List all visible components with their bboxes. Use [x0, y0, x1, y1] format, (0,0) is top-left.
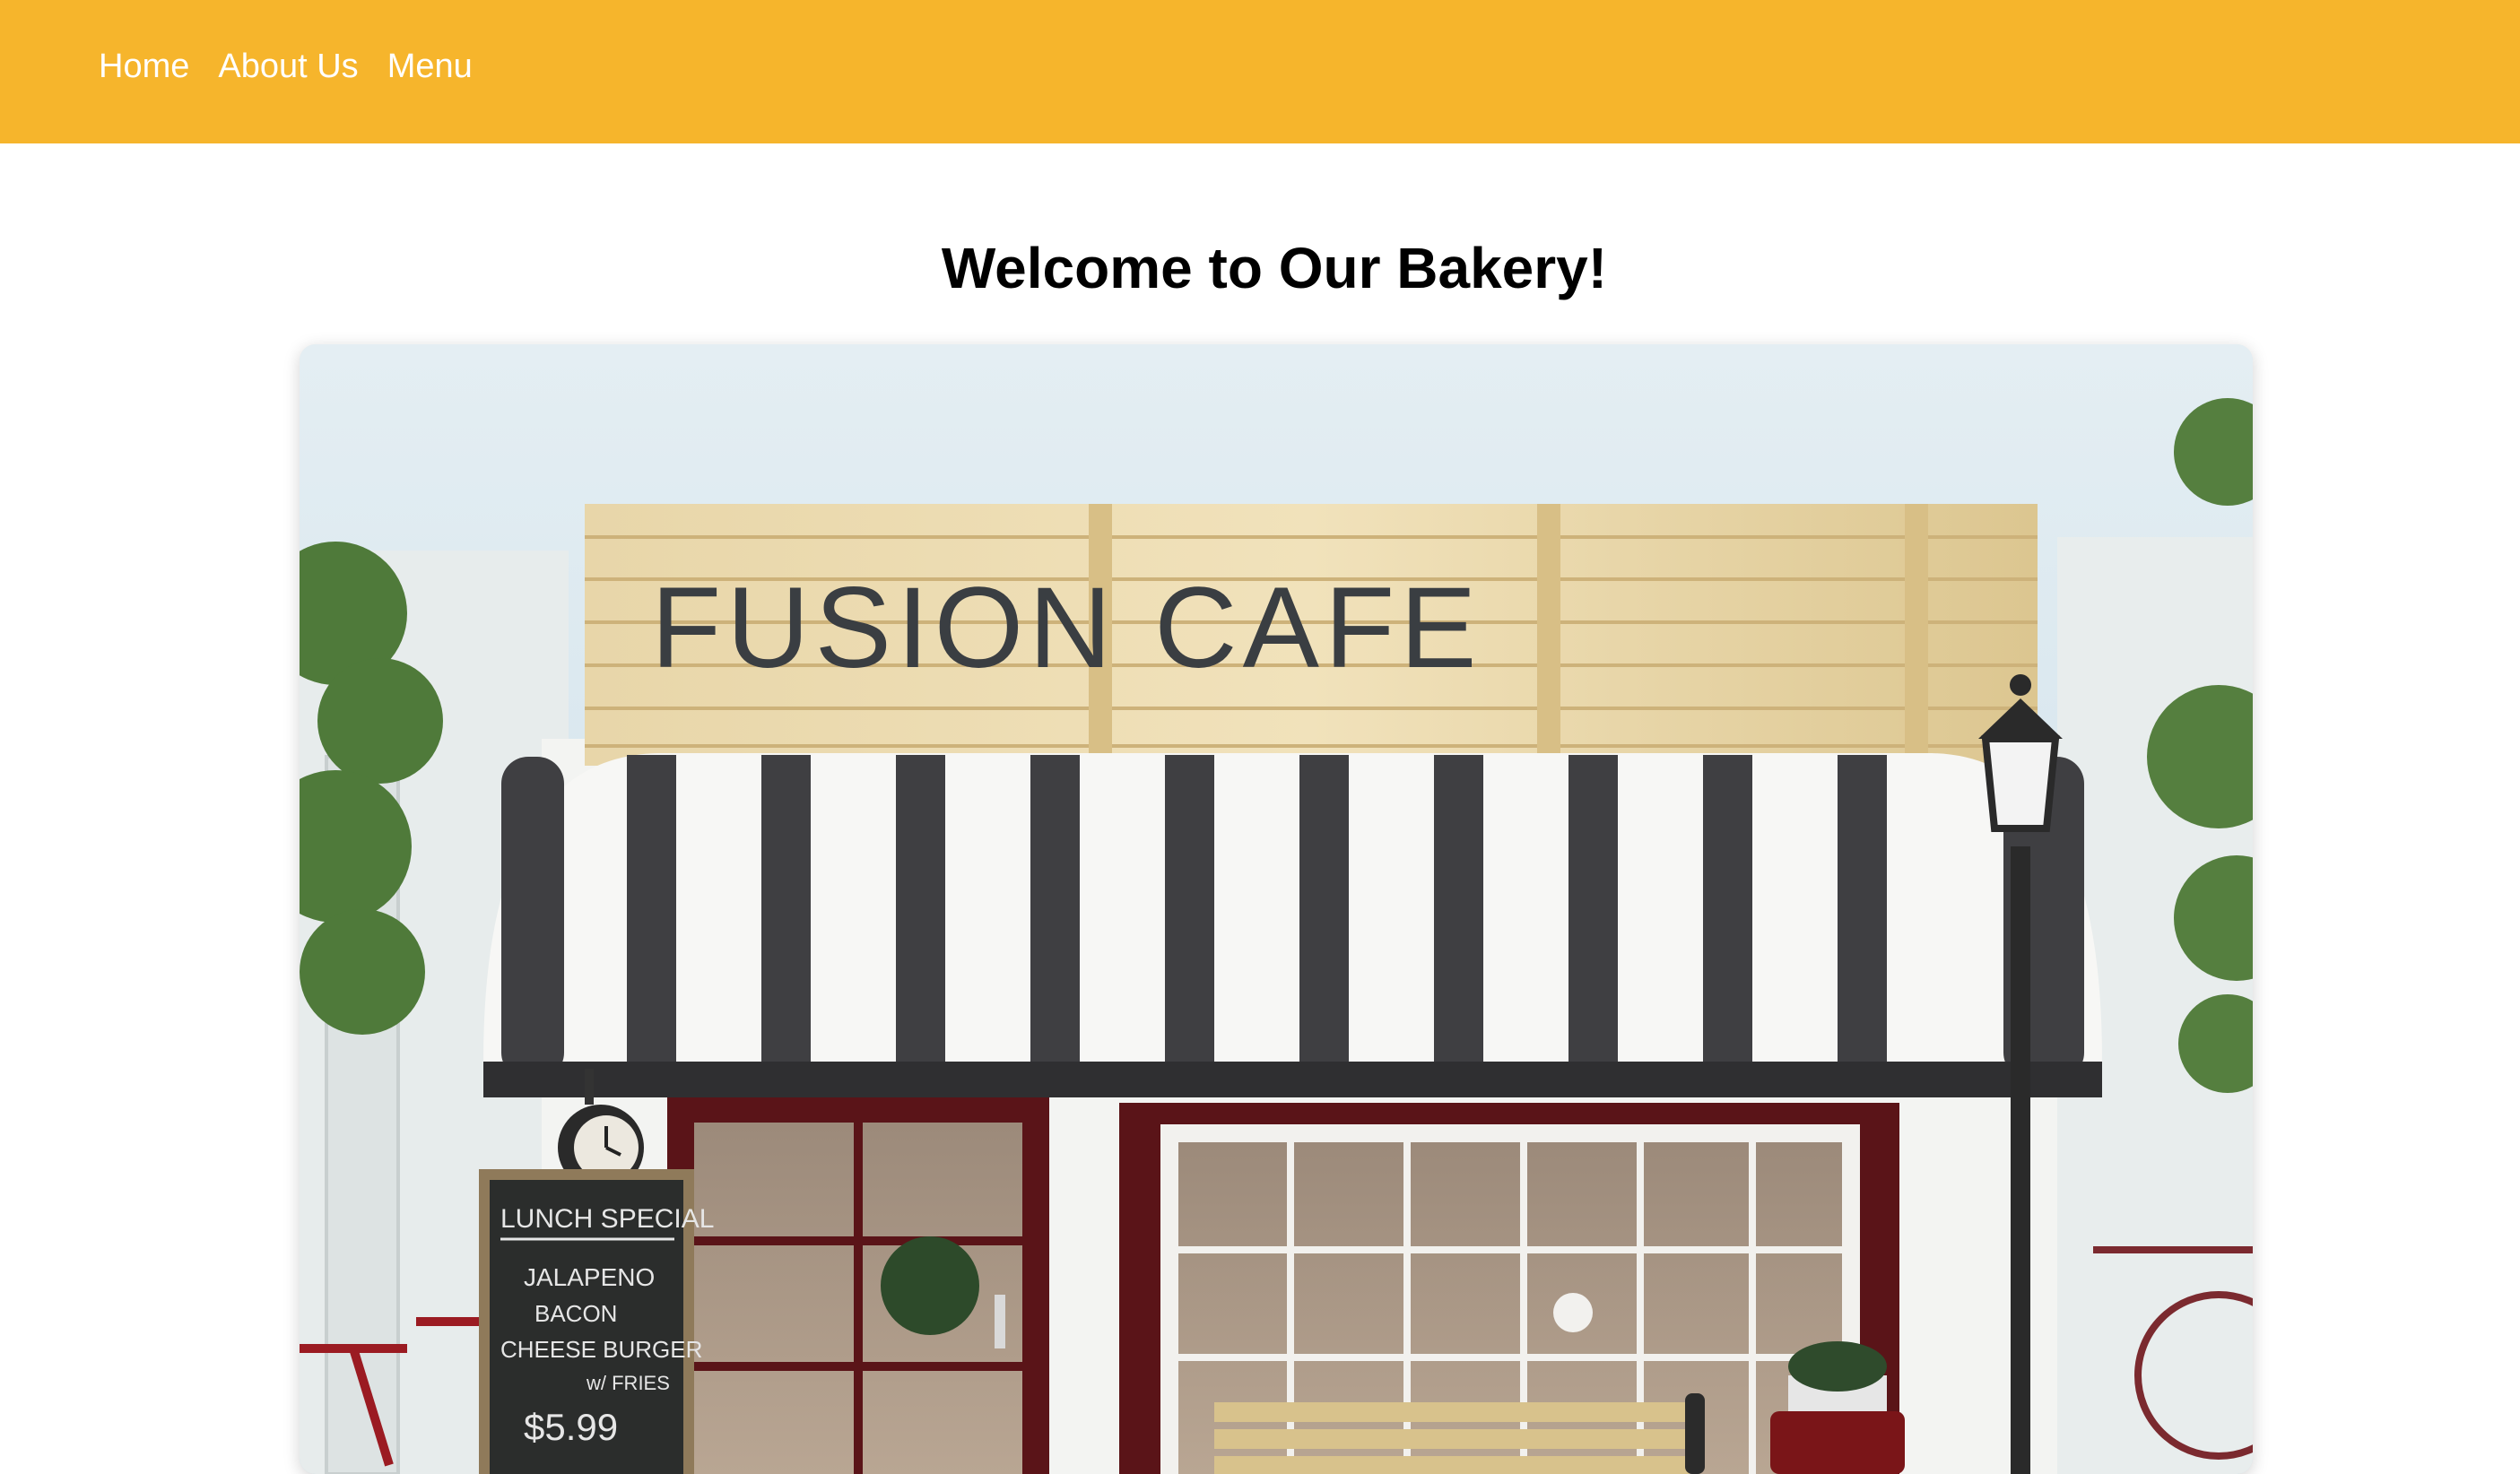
top-nav-bar: Home About Us Menu: [0, 0, 2520, 143]
page-title: Welcome to Our Bakery!: [941, 236, 1608, 300]
svg-text:JALAPENO: JALAPENO: [524, 1263, 655, 1291]
svg-text:BACON: BACON: [534, 1300, 617, 1327]
hero-image: FUSION CAFE LUNCH SPECIAL JALAPENO BACON…: [300, 344, 2253, 1474]
sign-text: FUSION CAFE: [651, 564, 1482, 692]
chalkboard-heading: LUNCH SPECIAL: [500, 1204, 714, 1234]
front-door: [667, 1097, 1049, 1474]
nav-link-menu[interactable]: Menu: [387, 43, 473, 90]
chalkboard-sign: LUNCH SPECIAL JALAPENO BACON CHEESE BURG…: [479, 1169, 714, 1474]
planter: [1770, 1341, 1905, 1474]
cafe-storefront-illustration: FUSION CAFE LUNCH SPECIAL JALAPENO BACON…: [300, 344, 2253, 1474]
svg-text:$5.99: $5.99: [524, 1406, 618, 1448]
svg-text:CHEESE BURGER: CHEESE BURGER: [500, 1336, 702, 1363]
main-nav: Home About Us Menu: [99, 43, 473, 90]
striped-awning: [483, 753, 2102, 1097]
nav-link-home[interactable]: Home: [99, 43, 189, 90]
bench: [1214, 1393, 1705, 1474]
nav-link-about-us[interactable]: About Us: [218, 43, 358, 90]
svg-text:w/ FRIES: w/ FRIES: [586, 1372, 670, 1394]
